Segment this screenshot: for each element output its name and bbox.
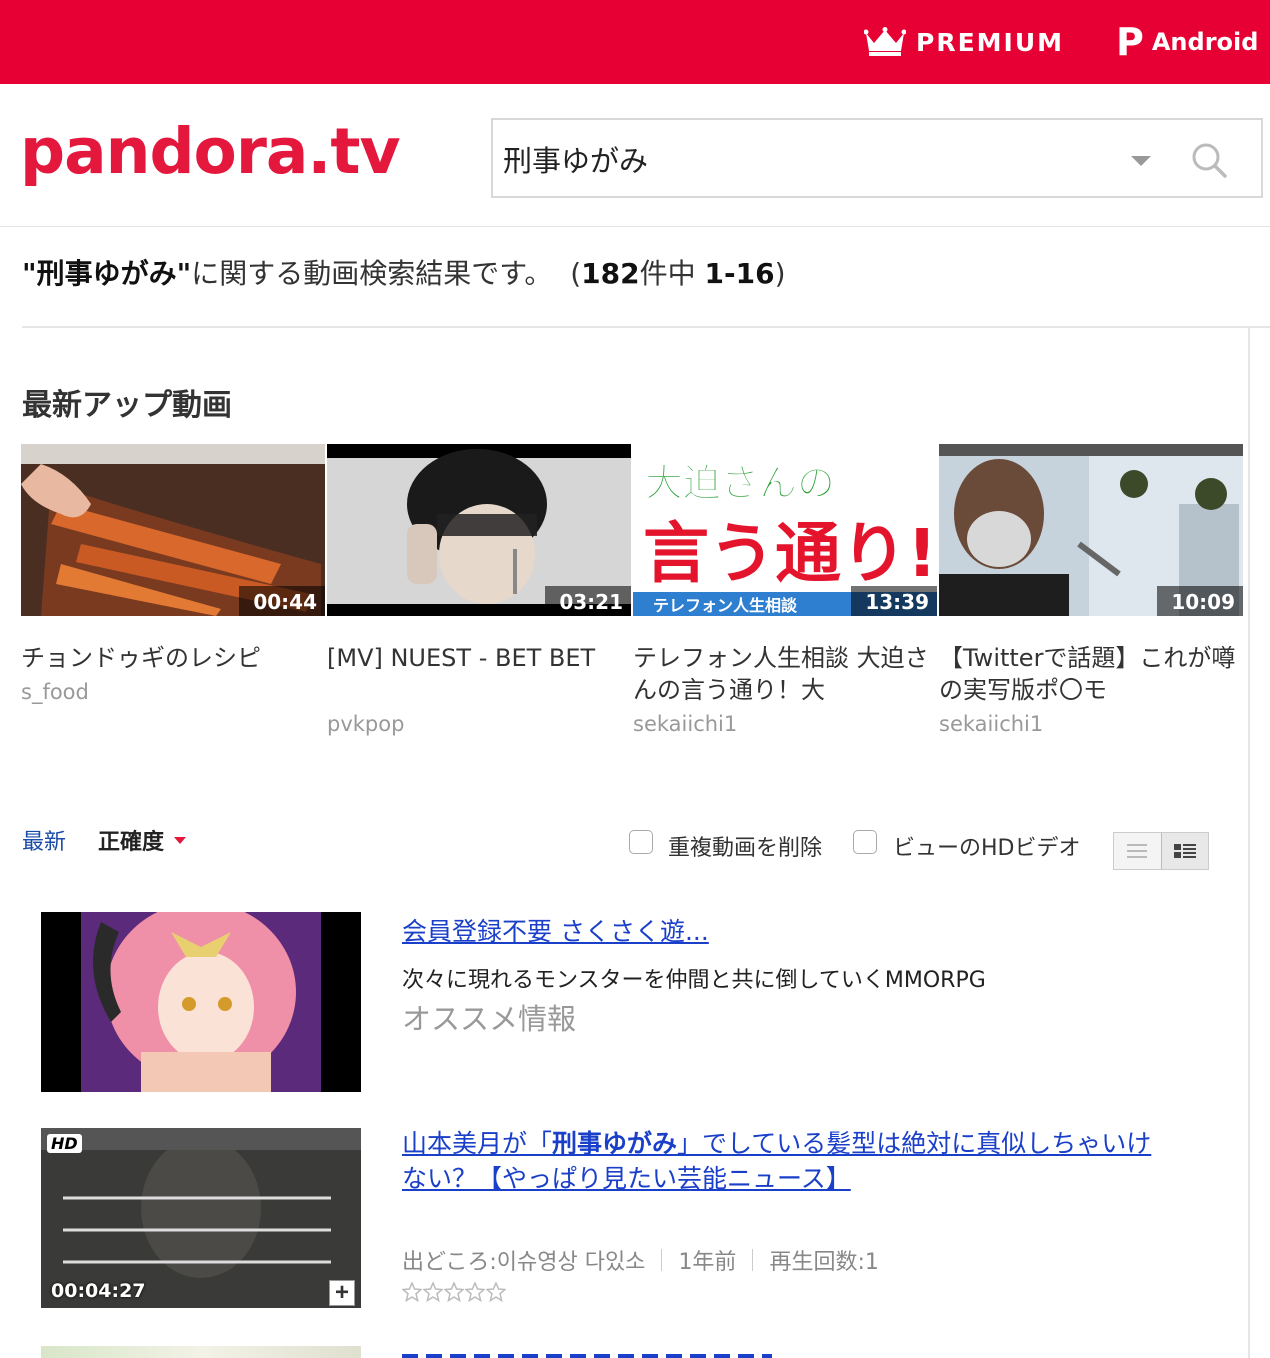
search-summary: "刑事ゆがみ"に関する動画検索結果です。 (182件中 1-16): [22, 252, 786, 292]
detail-view-button[interactable]: [1160, 833, 1208, 869]
search-icon[interactable]: [1189, 140, 1229, 180]
pandora-logo[interactable]: pandora.tv: [20, 112, 401, 192]
latest-section-title: 最新アップ動画: [22, 388, 232, 423]
summary-close: ): [774, 257, 786, 290]
result-age: 1年前: [678, 1250, 737, 1275]
video-uploader[interactable]: pvkpop: [327, 712, 631, 736]
summary-total: 182: [581, 257, 640, 290]
result-thumbnail[interactable]: [41, 1346, 361, 1358]
video-uploader[interactable]: sekaiichi1: [939, 712, 1243, 736]
star-icon: [423, 1282, 443, 1302]
detail-list-icon: [1173, 844, 1196, 858]
video-title[interactable]: テレフォン人生相談 大迫さんの言う通り！大: [633, 642, 937, 706]
star-icon: [465, 1282, 485, 1302]
star-rating: [402, 1282, 507, 1302]
android-label: Android: [1151, 28, 1259, 56]
top-bar: PREMIUM P Android: [0, 0, 1270, 84]
search-box: [491, 118, 1263, 198]
result-source[interactable]: 出どころ:이슈영상 다있소: [402, 1244, 645, 1276]
video-uploader[interactable]: sekaiichi1: [633, 712, 937, 736]
crown-icon: [864, 27, 906, 56]
summary-text: に関する動画検索結果です。: [191, 257, 553, 290]
result-thumbnail[interactable]: HD 00:04:27 +: [41, 1128, 361, 1308]
summary-open: (: [570, 257, 582, 290]
summary-query: "刑事ゆがみ": [22, 257, 192, 290]
pandora-p-icon: P: [1116, 20, 1144, 64]
anime-ad-thumbnail-image: [41, 912, 361, 1092]
star-icon: [486, 1282, 506, 1302]
latest-video-card[interactable]: 00:44 チョンドゥギのレシピ s_food: [21, 444, 325, 704]
list-icon: [1127, 844, 1148, 858]
video-thumbnail[interactable]: 大迫さんの 言う通り! テレフォン人生相談 13:39: [633, 444, 937, 616]
video-thumbnail[interactable]: 03:21: [327, 444, 631, 616]
video-uploader[interactable]: s_food: [21, 680, 325, 704]
thumbnail-line-2: 言う通り!: [643, 515, 937, 592]
star-icon: [402, 1282, 422, 1302]
result-title-link[interactable]: 山本美月が「刑事ゆがみ」でしている髪型は絶対に真似しちゃいけない？【やっぱり見た…: [402, 1126, 1162, 1196]
chevron-down-icon[interactable]: [1131, 156, 1151, 166]
result-title-link[interactable]: [402, 1346, 772, 1358]
sidebar-divider: [1248, 328, 1250, 1358]
video-duration: 13:39: [851, 586, 937, 616]
sort-latest-link[interactable]: 最新: [22, 824, 66, 856]
result-title-pre: 山本美月が「: [402, 1129, 553, 1158]
hd-only-checkbox[interactable]: [853, 830, 877, 854]
video-duration: 00:44: [239, 586, 325, 616]
star-icon: [444, 1282, 464, 1302]
video-title[interactable]: チョンドゥギのレシピ: [21, 642, 325, 674]
dedupe-checkbox[interactable]: [629, 830, 653, 854]
dedupe-label[interactable]: 重複動画を削除: [668, 830, 822, 862]
latest-video-card[interactable]: 03:21 [MV] NUEST - BET BET pvkpop: [327, 444, 631, 736]
thumbnail-line-3: テレフォン人生相談: [653, 596, 798, 615]
result-title-link[interactable]: 会員登録不要 さくさく遊...: [402, 914, 1162, 949]
view-mode-toggle: [1113, 832, 1209, 870]
video-title[interactable]: [MV] NUEST - BET BET: [327, 642, 631, 706]
video-title[interactable]: 【Twitterで話題】これが噂の実写版ポ〇モ: [939, 642, 1243, 706]
video-thumbnail[interactable]: 10:09: [939, 444, 1243, 616]
result-views: 再生回数:1: [769, 1250, 879, 1275]
video-duration: 03:21: [545, 586, 631, 616]
list-view-button[interactable]: [1114, 833, 1161, 869]
result-title-highlight: 刑事ゆがみ: [552, 1129, 678, 1158]
premium-label: PREMIUM: [916, 27, 1065, 57]
meta-separator: [752, 1249, 754, 1271]
caret-down-icon: [174, 836, 187, 844]
video-thumbnail[interactable]: 00:44: [21, 444, 325, 616]
sort-accuracy-label: 正確度: [98, 830, 165, 855]
summary-middle: 件中: [639, 257, 696, 290]
header-divider: [0, 226, 1270, 227]
result-description: 次々に現れるモンスターを仲間と共に倒していくMMORPG: [402, 968, 986, 993]
premium-link[interactable]: PREMIUM: [864, 24, 1064, 60]
latest-video-card[interactable]: 10:09 【Twitterで話題】これが噂の実写版ポ〇モ sekaiichi1: [939, 444, 1243, 736]
hd-only-label[interactable]: ビューのHDビデオ: [893, 830, 1080, 862]
result-meta: 出どころ:이슈영상 다있소 1年前 再生回数:1: [402, 1244, 879, 1276]
result-duration: 00:04:27: [51, 1280, 146, 1302]
thumbnail-line-1: 大迫さんの: [645, 461, 835, 505]
android-app-link[interactable]: P Android: [1116, 22, 1258, 62]
meta-separator: [661, 1249, 663, 1271]
add-to-playlist-icon[interactable]: +: [329, 1280, 355, 1306]
latest-video-card[interactable]: 大迫さんの 言う通り! テレフォン人生相談 13:39 テレフォン人生相談 大迫…: [633, 444, 937, 736]
content-divider: [22, 326, 1270, 328]
ad-source-label: オススメ情報: [402, 1002, 577, 1036]
summary-range: 1-16: [704, 257, 775, 290]
search-input[interactable]: [503, 134, 1103, 184]
result-thumbnail[interactable]: [41, 912, 361, 1092]
hd-badge: HD: [47, 1134, 82, 1153]
sort-accuracy-dropdown[interactable]: 正確度: [98, 824, 187, 856]
video-duration: 10:09: [1157, 586, 1243, 616]
